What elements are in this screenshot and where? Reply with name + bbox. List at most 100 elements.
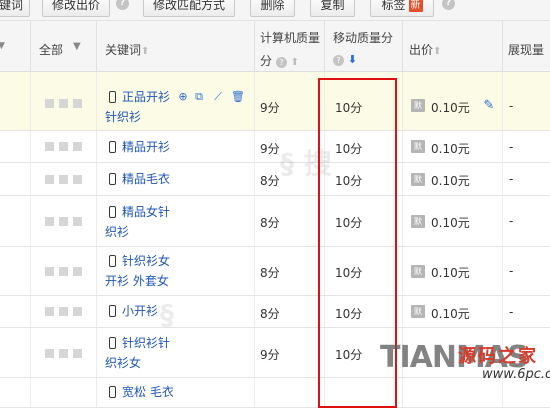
table-row[interactable]: 精品女针 织衫 8分 10分 默 0.10元 - (0, 196, 550, 247)
header-keyword[interactable]: 关键词⬆ (96, 21, 254, 71)
pc-quality-value: 9分 (260, 101, 280, 115)
status-indicator (73, 142, 82, 151)
bid-value[interactable]: 0.10元 (431, 305, 470, 322)
mobile-quality-value: 10分 (335, 307, 363, 321)
keyword-cell: 精品开衫 (96, 131, 254, 162)
header-impressions[interactable]: 展现量 (502, 21, 550, 71)
sort-up-icon[interactable]: ⬆ (141, 46, 149, 57)
status-indicator (73, 349, 82, 358)
bid-value[interactable]: 0.10元 (431, 264, 470, 281)
impressions-cell: - (502, 163, 550, 195)
mobile-quality-value: 10分 (335, 348, 363, 362)
sort-down-icon[interactable]: ⬇ (348, 53, 357, 66)
bid-value[interactable]: 0.10元 (431, 140, 470, 157)
bid-cell: 默 0.10元 (402, 163, 502, 195)
keyword-cell: 针织衫针 织衫女 (96, 328, 254, 377)
help-icon[interactable]: ? (116, 0, 129, 10)
copy-button[interactable]: 复制 (310, 0, 355, 17)
mobile-quality-value: 10分 (335, 266, 363, 280)
mobile-icon (109, 173, 116, 185)
default-price-icon: 默 (411, 140, 425, 153)
trash-icon[interactable]: 🗑 (231, 91, 245, 103)
help-icon[interactable]: ? (275, 57, 287, 68)
pc-quality-value: 8分 (260, 307, 280, 321)
impressions-cell: - (502, 72, 550, 130)
keyword-link-cont[interactable]: 织衫 (105, 223, 129, 241)
default-price-icon: 默 (411, 215, 425, 228)
keyword-link[interactable]: 宽松 毛衣 (122, 383, 174, 401)
header-pc-quality[interactable]: 计算机质量 分 ? ⬆ (254, 21, 324, 71)
keyword-link[interactable]: 针织衫针 (122, 334, 170, 352)
table-row[interactable]: 精品毛衣 8分 10分 默 0.10元 - (0, 163, 550, 196)
header-keyword-label: 关键词 (105, 43, 142, 57)
mobile-icon (109, 305, 116, 317)
header-bid[interactable]: 出价⬆ (402, 21, 502, 71)
status-indicator (45, 217, 54, 226)
background-watermark: § 搜 (280, 147, 332, 180)
chevron-down-icon[interactable]: ▼ (0, 41, 5, 51)
delete-button[interactable]: 删除 (250, 0, 295, 17)
impressions-cell: - (502, 296, 550, 327)
tag-button[interactable]: 标签新 (370, 0, 434, 17)
bid-value[interactable]: 0.10元 (431, 172, 470, 189)
mobile-icon (109, 255, 116, 267)
mobile-quality-value: 10分 (335, 174, 363, 188)
header-mobile-quality-label: 移动质量分 (333, 31, 394, 45)
mobile-quality-value: 10分 (335, 101, 363, 115)
mobile-quality-value: 10分 (335, 216, 363, 230)
sort-up-icon[interactable]: ⬆ (291, 57, 299, 68)
chevron-down-icon[interactable]: ▼ (73, 41, 81, 52)
table-row[interactable]: 正品开衫 针织衫 ⊕ ⧉ ⟋ 🗑 9分 10分 默 0.10元 ✎ - (0, 72, 550, 131)
help-icon[interactable]: ? (333, 55, 344, 66)
keyword-cell: 小开衫 (96, 296, 254, 327)
table-row[interactable]: 针织衫女 开衫 外套女 8分 10分 默 0.10元 - (0, 247, 550, 296)
impressions-cell: - (502, 196, 550, 246)
pencil-icon[interactable]: ✎ (483, 99, 495, 112)
impressions-value: - (509, 214, 514, 228)
watermark-brand-cn: 源码之家 (458, 346, 538, 367)
mobile-quality-cell: 10分 (324, 131, 402, 162)
mobile-icon (109, 206, 116, 218)
keyword-link[interactable]: 正品开衫 (122, 88, 170, 106)
header-mobile-quality[interactable]: 移动质量分 ? ⬇ (324, 21, 402, 71)
status-indicator (59, 142, 68, 151)
bid-value[interactable]: 0.10元 (431, 99, 470, 116)
keyword-link[interactable]: 精品女针 (122, 203, 170, 221)
export-icon[interactable]: ⧉ (193, 91, 205, 103)
pc-quality-cell: 9分 (254, 72, 324, 130)
keyword-link[interactable]: 小开衫 (122, 302, 158, 320)
header-all[interactable]: 全部 ▼ (30, 21, 96, 71)
default-price-icon: 默 (411, 173, 425, 186)
pc-quality-cell (254, 378, 324, 407)
globe-icon[interactable]: ⊕ (177, 91, 189, 103)
chart-icon[interactable]: ⟋ (212, 91, 224, 103)
keyword-link[interactable]: 精品开衫 (122, 138, 170, 156)
keyword-link-cont[interactable]: 针织衫 (105, 108, 141, 126)
new-badge: 新 (408, 0, 423, 12)
impressions-value: - (509, 305, 514, 319)
table-row[interactable]: 宽松 毛衣 (0, 378, 550, 408)
status-cell (30, 163, 96, 195)
bid-cell: 默 0.10元 ✎ (402, 72, 502, 130)
modify-bid-button[interactable]: 修改出价 (42, 0, 110, 17)
header-pc-quality-label-2: 分 (260, 54, 273, 68)
keyword-link-cont[interactable]: 织衫女 (105, 354, 141, 372)
help-icon[interactable]: ? (442, 0, 455, 10)
keyword-link[interactable]: 针织衫女 (122, 252, 170, 270)
bid-value[interactable]: 0.10元 (431, 214, 470, 231)
keywords-button[interactable]: 键词 (0, 0, 30, 17)
pc-quality-value: 8分 (260, 266, 280, 280)
keyword-link[interactable]: 精品毛衣 (122, 170, 170, 188)
impressions-cell: - (502, 131, 550, 162)
mobile-icon (109, 91, 116, 103)
table-row[interactable]: 小开衫 8分 10分 默 0.10元 - (0, 296, 550, 328)
header-select-col[interactable]: ▼ (0, 21, 30, 71)
table-row[interactable]: 精品开衫 9分 10分 默 0.10元 - (0, 131, 550, 163)
header-bid-label: 出价 (409, 43, 434, 57)
bid-cell: 默 0.10元 (402, 296, 502, 327)
keyword-link-cont[interactable]: 开衫 外套女 (105, 272, 169, 290)
status-indicator (59, 349, 68, 358)
sort-up-icon[interactable]: ⬆ (433, 46, 441, 57)
modify-match-button[interactable]: 修改匹配方式 (143, 0, 235, 17)
toolbar: 键词 修改出价 ? 修改匹配方式 删除 复制 标签新 ? (0, 0, 550, 21)
